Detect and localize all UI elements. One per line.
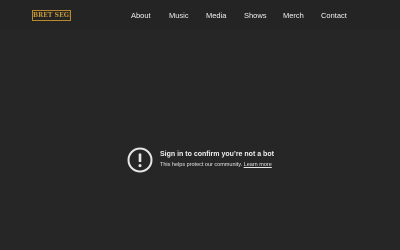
page: BRET SEGER About Music Media Shows Merch… [0, 0, 400, 250]
nav-link-media[interactable]: Media [206, 11, 226, 21]
nav-link-music[interactable]: Music [169, 11, 189, 21]
main-nav: About Music Media Shows Merch Contact [0, 11, 400, 21]
nav-link-about[interactable]: About [131, 11, 151, 21]
site-header: BRET SEGER About Music Media Shows Merch… [0, 0, 400, 30]
notice-title: Sign in to confirm you’re not a bot [160, 151, 274, 158]
nav-link-contact[interactable]: Contact [321, 11, 347, 21]
alert-circle-icon [127, 147, 153, 173]
nav-link-shows[interactable]: Shows [244, 11, 267, 21]
learn-more-link[interactable]: Learn more [244, 162, 272, 168]
notice-subtitle-text: This helps protect our community. [160, 162, 243, 168]
nav-link-merch[interactable]: Merch [283, 11, 304, 21]
notice-subtitle: This helps protect our community. Learn … [160, 161, 272, 169]
bot-check-notice: Sign in to confirm you’re not a bot This… [127, 147, 297, 175]
